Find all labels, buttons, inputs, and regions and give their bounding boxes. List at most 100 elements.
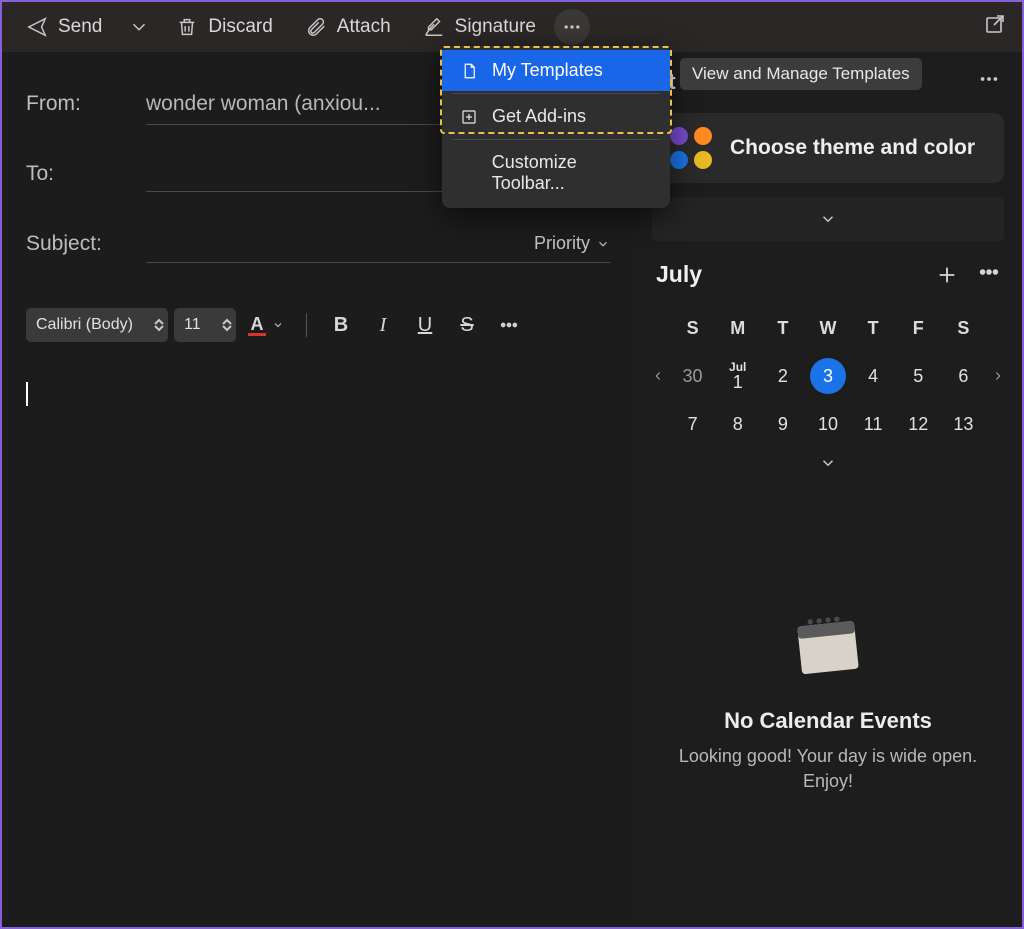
ellipsis-icon (499, 315, 519, 335)
send-icon (26, 16, 48, 38)
send-button[interactable]: Send (12, 10, 116, 44)
format-toolbar: Calibri (Body) 11 A (26, 308, 610, 342)
day-cell[interactable]: 8 (715, 400, 760, 448)
compose-toolbar: Send Discard Attach Signature (2, 2, 1022, 52)
day-cell[interactable]: 11 (851, 400, 896, 448)
subject-row: Subject: Priority (26, 220, 610, 268)
chevron-down-icon (128, 16, 150, 38)
day-cell[interactable]: 7 (670, 400, 715, 448)
dow-cell: T (760, 304, 805, 352)
menu-item-customize-toolbar[interactable]: Customize Toolbar... (442, 142, 670, 204)
dow-cell: S (670, 304, 715, 352)
day-cell[interactable]: 13 (941, 400, 986, 448)
popout-icon (984, 13, 1008, 37)
ellipsis-icon (562, 17, 582, 37)
trash-icon (176, 16, 198, 38)
separator (452, 93, 660, 94)
no-events-panel: No Calendar Events Looking good! Your da… (634, 604, 1022, 794)
calendar-week-row: 7 8 9 10 11 12 13 (646, 400, 1010, 448)
no-events-title: No Calendar Events (724, 708, 932, 734)
font-color-icon: A (251, 314, 264, 335)
signature-button[interactable]: Signature (409, 10, 550, 44)
chevron-down-icon (596, 237, 610, 251)
to-label: To: (26, 162, 146, 186)
theme-title: Choose theme and color (730, 136, 975, 160)
font-family-dropdown[interactable]: Calibri (Body) (26, 308, 168, 342)
toolbar-overflow-menu: My Templates Get Add-ins Customize Toolb… (442, 46, 670, 208)
message-body[interactable] (26, 382, 610, 782)
italic-icon: I (380, 314, 387, 337)
chevron-down-icon (272, 319, 284, 331)
dow-cell: S (941, 304, 986, 352)
discard-label: Discard (208, 16, 272, 38)
font-color-button[interactable]: A (242, 310, 290, 340)
strikethrough-icon: S (460, 314, 473, 337)
calendar-grid: S M T W T F S 30 Jul1 2 3 4 5 6 (634, 296, 1022, 448)
theme-dots-icon (670, 127, 712, 169)
popout-button[interactable] (984, 13, 1008, 42)
discard-button[interactable]: Discard (162, 10, 286, 44)
attach-button[interactable]: Attach (291, 10, 405, 44)
paperclip-icon (305, 16, 327, 38)
toolbar-more-button[interactable] (554, 9, 590, 45)
add-event-button[interactable] (936, 264, 958, 286)
side-panel: et started with Outlook Choose theme and… (634, 52, 1022, 927)
stepper-icon (154, 318, 164, 332)
chevron-down-icon (819, 454, 837, 472)
dow-cell: F (896, 304, 941, 352)
day-cell[interactable]: 30 (670, 352, 715, 400)
day-cell[interactable]: 4 (851, 352, 896, 400)
bold-button[interactable]: B (323, 308, 359, 342)
ellipsis-icon (978, 68, 1000, 90)
day-cell[interactable]: 10 (805, 400, 850, 448)
day-cell[interactable]: 9 (760, 400, 805, 448)
day-cell[interactable]: 12 (896, 400, 941, 448)
no-events-subtitle: Looking good! Your day is wide open. Enj… (674, 744, 982, 794)
format-more-button[interactable] (491, 308, 527, 342)
send-options-button[interactable] (120, 10, 158, 44)
subject-label: Subject: (26, 232, 146, 256)
underline-icon: U (418, 314, 432, 337)
strikethrough-button[interactable]: S (449, 308, 485, 342)
send-label: Send (58, 16, 102, 38)
dow-cell: W (805, 304, 850, 352)
prev-week-button[interactable] (646, 369, 670, 383)
separator (452, 139, 660, 140)
calendar-expand-button[interactable] (634, 448, 1022, 484)
document-icon (460, 62, 478, 80)
italic-button[interactable]: I (365, 308, 401, 342)
signature-icon (423, 16, 445, 38)
tooltip: View and Manage Templates (680, 58, 922, 90)
attach-label: Attach (337, 16, 391, 38)
subject-input[interactable]: Priority (146, 225, 610, 263)
chevron-down-icon (819, 210, 837, 228)
stepper-icon (222, 318, 232, 332)
add-in-icon (460, 108, 478, 126)
from-label: From: (26, 92, 146, 116)
dow-cell: T (851, 304, 896, 352)
day-cell[interactable]: 2 (760, 352, 805, 400)
next-week-button[interactable] (986, 369, 1010, 383)
font-size-dropdown[interactable]: 11 (174, 308, 236, 342)
separator (306, 313, 307, 337)
menu-item-get-addins[interactable]: Get Add-ins (442, 96, 670, 137)
collapse-bar[interactable] (652, 197, 1004, 241)
chevron-right-icon (991, 369, 1005, 383)
underline-button[interactable]: U (407, 308, 443, 342)
priority-dropdown[interactable]: Priority (534, 233, 610, 254)
day-cell[interactable]: Jul1 (715, 352, 760, 400)
bold-icon: B (334, 314, 348, 337)
day-cell[interactable]: 5 (896, 352, 941, 400)
day-cell-selected[interactable]: 3 (805, 352, 850, 400)
calendar-dow-row: S M T W T F S (646, 304, 1010, 352)
ellipsis-icon (978, 261, 1000, 283)
calendar-empty-icon (783, 604, 873, 684)
dow-cell: M (715, 304, 760, 352)
calendar-header: July (634, 249, 1022, 296)
chevron-left-icon (651, 369, 665, 383)
calendar-more-button[interactable] (978, 261, 1000, 288)
menu-item-my-templates[interactable]: My Templates (442, 50, 670, 91)
side-header-more[interactable] (978, 68, 1000, 95)
theme-card[interactable]: Choose theme and color (652, 113, 1004, 183)
day-cell[interactable]: 6 (941, 352, 986, 400)
